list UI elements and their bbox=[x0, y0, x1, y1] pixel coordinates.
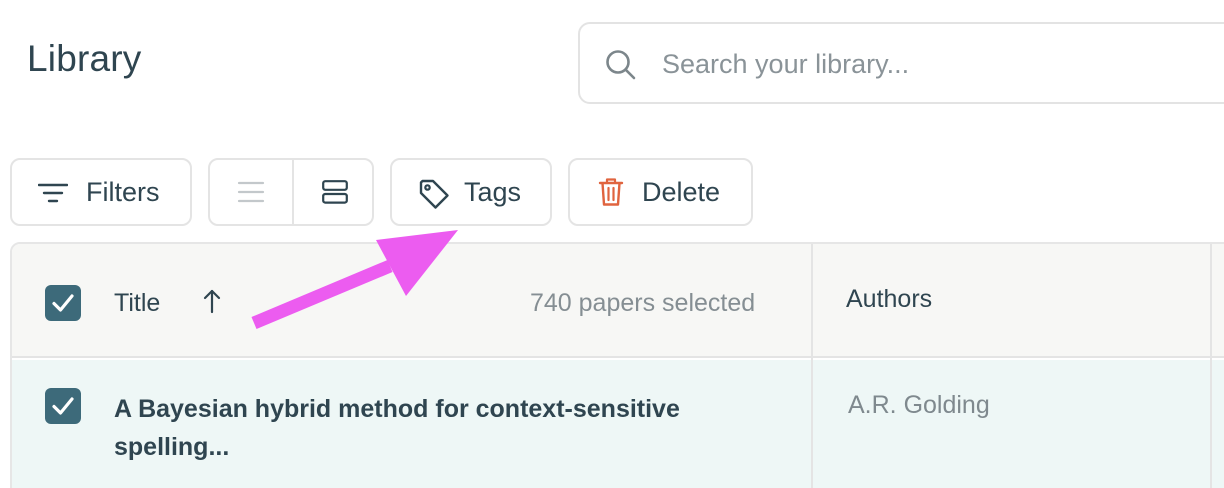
card-view-button[interactable] bbox=[292, 160, 372, 224]
column-header-authors[interactable]: Authors bbox=[846, 285, 932, 314]
page-title: Library bbox=[27, 38, 142, 79]
paper-authors: A.R. Golding bbox=[848, 391, 990, 419]
delete-button[interactable]: Delete bbox=[568, 158, 753, 226]
filters-button[interactable]: Filters bbox=[10, 158, 192, 226]
column-divider bbox=[811, 244, 813, 488]
row-checkbox[interactable] bbox=[45, 388, 81, 424]
table-header: Title 740 papers selected Authors bbox=[12, 244, 1224, 358]
card-view-icon bbox=[322, 180, 348, 204]
papers-table: Title 740 papers selected Authors A Baye… bbox=[10, 242, 1224, 488]
list-view-button[interactable] bbox=[210, 160, 292, 224]
table-row[interactable]: A Bayesian hybrid method for context-sen… bbox=[12, 360, 1224, 488]
list-view-icon bbox=[237, 181, 265, 203]
tags-label: Tags bbox=[464, 177, 522, 207]
search-input[interactable] bbox=[662, 44, 1222, 84]
filters-label: Filters bbox=[86, 177, 160, 207]
checkmark-icon bbox=[52, 397, 74, 415]
tags-button[interactable]: Tags bbox=[390, 158, 552, 226]
checkmark-icon bbox=[52, 294, 74, 312]
column-header-title[interactable]: Title bbox=[114, 289, 160, 318]
selected-count: 740 papers selected bbox=[530, 289, 756, 317]
trash-icon bbox=[598, 178, 624, 206]
tag-icon bbox=[419, 179, 449, 209]
filter-icon bbox=[38, 183, 68, 203]
arrow-up-icon[interactable] bbox=[202, 288, 222, 314]
annotation-arrow-icon bbox=[251, 230, 458, 329]
column-divider bbox=[1210, 244, 1212, 488]
select-all-checkbox[interactable] bbox=[45, 285, 81, 321]
library-page: Library Filters bbox=[0, 0, 1224, 488]
delete-label: Delete bbox=[642, 177, 721, 207]
search-icon bbox=[606, 50, 636, 80]
search-box[interactable] bbox=[578, 22, 1224, 104]
view-toggle bbox=[208, 158, 374, 226]
paper-title[interactable]: A Bayesian hybrid method for context-sen… bbox=[114, 390, 754, 466]
